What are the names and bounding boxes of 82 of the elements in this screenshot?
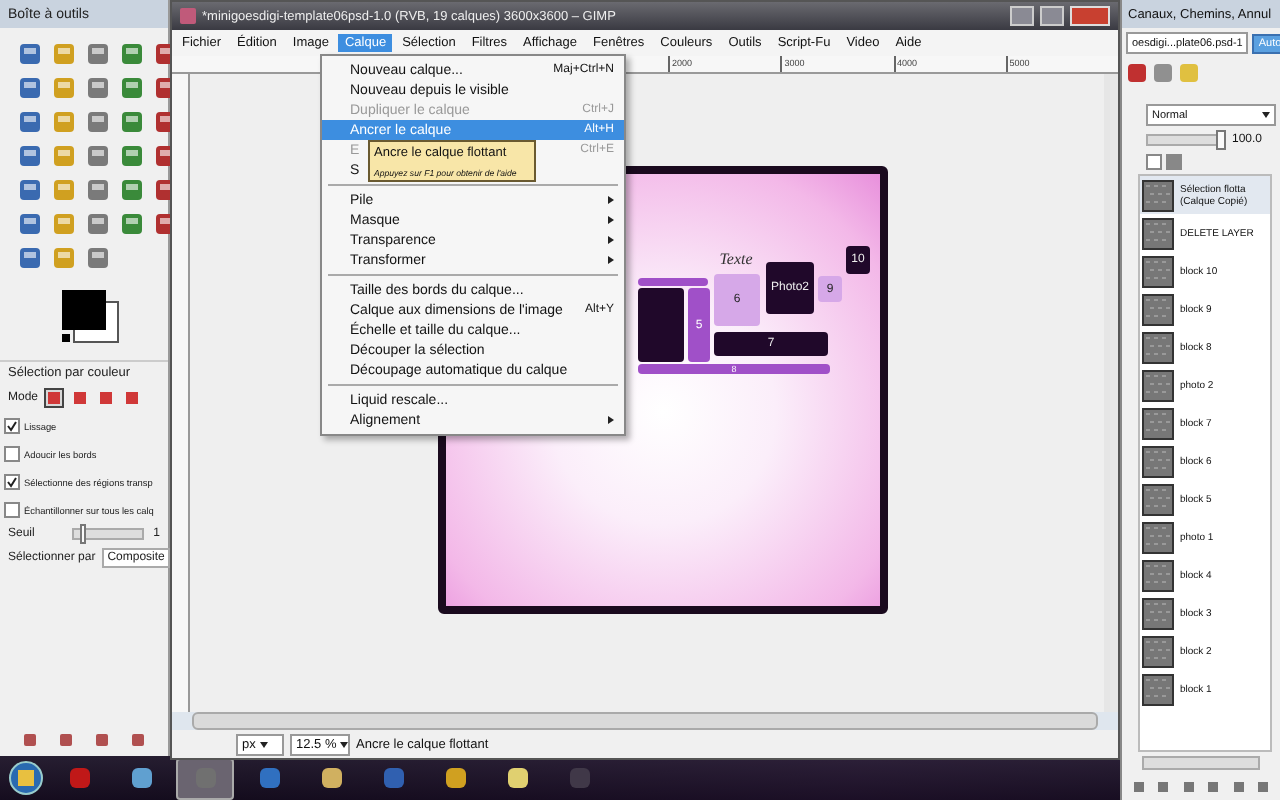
opacity-slider[interactable] xyxy=(1146,134,1222,146)
tool-icon xyxy=(84,40,112,68)
tool-icon xyxy=(84,142,112,170)
tool-icon xyxy=(50,210,78,238)
submenu-arrow-icon xyxy=(608,416,614,424)
submenu-arrow-icon xyxy=(608,196,614,204)
taskbar-app[interactable] xyxy=(176,757,234,799)
tool-icon xyxy=(16,244,44,272)
layer-thumbnail xyxy=(1142,217,1174,249)
app-icon xyxy=(257,766,281,790)
tool-icon xyxy=(118,176,146,204)
tool-icon xyxy=(16,40,44,68)
mode-button[interactable] xyxy=(122,388,143,408)
layer-thumbnail xyxy=(1142,521,1174,553)
channels-tab-icon xyxy=(1126,62,1148,84)
tool-icon xyxy=(50,176,78,204)
layer-thumbnail xyxy=(1142,369,1174,401)
vertical-scrollbar[interactable] xyxy=(1104,74,1118,712)
checkbox[interactable] xyxy=(4,502,20,518)
layer-thumbnail xyxy=(1142,293,1174,325)
start-button-icon xyxy=(8,760,44,796)
tool-icon xyxy=(118,142,146,170)
tool-icon xyxy=(50,142,78,170)
layer-thumbnail xyxy=(1142,407,1174,439)
tool-icon xyxy=(16,74,44,102)
tool-icon xyxy=(84,74,112,102)
undo-tab-icon xyxy=(1178,62,1200,84)
layer-thumbnail xyxy=(1142,483,1174,515)
tool-icon xyxy=(50,74,78,102)
tool-icon xyxy=(118,74,146,102)
mode-button[interactable] xyxy=(70,388,91,408)
tool-icon xyxy=(118,108,146,136)
submenu-arrow-icon xyxy=(608,236,614,244)
caret-icon xyxy=(259,741,268,747)
app-icon xyxy=(129,766,153,790)
color-swatch-drawing xyxy=(60,288,120,344)
checkbox[interactable] xyxy=(4,418,20,434)
checkbox[interactable] xyxy=(4,446,20,462)
layer-thumbnail xyxy=(1142,255,1174,287)
app-icon xyxy=(180,8,196,24)
tool-icon xyxy=(118,210,146,238)
slider-thumb[interactable] xyxy=(79,524,86,544)
tool-icon xyxy=(16,176,44,204)
tool-icon xyxy=(84,210,112,238)
tool-icon xyxy=(84,244,112,272)
horizontal-scrollbar[interactable] xyxy=(192,712,1098,730)
app-icon xyxy=(443,766,467,790)
app-icon xyxy=(319,766,343,790)
submenu-arrow-icon xyxy=(608,216,614,224)
tool-icon xyxy=(16,142,44,170)
tool-icon xyxy=(50,108,78,136)
layer-thumbnail xyxy=(1142,179,1174,211)
horizontal-scrollbar[interactable] xyxy=(1142,756,1260,770)
tool-icon xyxy=(16,210,44,238)
tool-icon xyxy=(84,108,112,136)
app-icon xyxy=(67,766,91,790)
paths-tab-icon xyxy=(1152,62,1174,84)
caret-icon xyxy=(1262,112,1270,118)
tool-icon xyxy=(50,244,78,272)
mode-button[interactable] xyxy=(44,388,65,408)
canvas-text: Texte xyxy=(717,248,755,268)
layer-thumbnail xyxy=(1142,673,1174,705)
lock-checkbox[interactable] xyxy=(1146,154,1162,170)
layer-thumbnail xyxy=(1142,331,1174,363)
app-icon xyxy=(567,766,591,790)
tool-icon xyxy=(50,40,78,68)
layer-thumbnail xyxy=(1142,559,1174,591)
tool-icon xyxy=(84,176,112,204)
checkbox[interactable] xyxy=(4,474,20,490)
mode-button[interactable] xyxy=(96,388,117,408)
slider-track[interactable] xyxy=(72,528,144,540)
layer-thumbnail xyxy=(1142,445,1174,477)
app-icon xyxy=(381,766,405,790)
tool-icon xyxy=(16,108,44,136)
layer-thumbnail xyxy=(1142,597,1174,629)
app-icon xyxy=(505,766,529,790)
layer-thumbnail xyxy=(1142,635,1174,667)
tool-icon xyxy=(118,40,146,68)
close-button[interactable] xyxy=(1070,6,1110,26)
slider-thumb[interactable] xyxy=(1216,130,1226,150)
submenu-arrow-icon xyxy=(608,256,614,264)
caret-icon xyxy=(340,741,349,747)
